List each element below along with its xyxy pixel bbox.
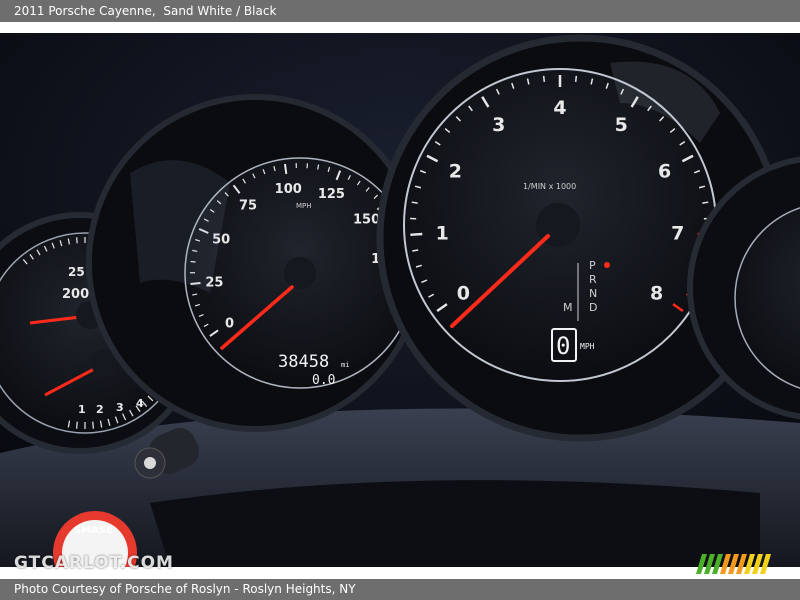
speedometer-tick: [283, 163, 288, 175]
tachometer-label: 4: [553, 97, 566, 119]
gear-n: N: [589, 287, 597, 300]
left-gauge-tick: [75, 237, 78, 244]
odometer-unit: mi: [341, 361, 349, 369]
gtcarlot-stripes-logo: [696, 554, 771, 574]
left-gauge-tick: [75, 421, 78, 429]
tachometer-unit: 1/MIN x 1000: [523, 182, 576, 191]
tachometer-tick: [411, 201, 418, 204]
tachometer-tick: [702, 201, 709, 204]
gear-r: R: [589, 273, 597, 286]
tachometer-tick: [410, 232, 423, 237]
left-gauge-label-200: 200: [62, 287, 89, 302]
gear-p: P: [589, 259, 596, 272]
tachometer-label: 8: [650, 283, 663, 305]
sticker-text: SMASE: [74, 525, 113, 536]
speedometer-label: 100: [275, 182, 302, 197]
tachometer-tick: [412, 249, 419, 252]
odometer-value: 38458: [278, 352, 329, 372]
trip-value: 0.0: [312, 373, 335, 388]
speedometer-label: 150: [353, 213, 380, 228]
header-bar: 2011 Porsche Cayenne, Sand White / Black: [0, 0, 800, 22]
speedometer-label: 125: [318, 187, 345, 202]
digital-speed-unit: MPH: [580, 342, 595, 351]
left-gauge-tick: [92, 421, 95, 429]
left-gauge-low-3: 3: [116, 401, 124, 414]
vehicle-title: 2011 Porsche Cayenne,: [14, 4, 156, 18]
tachometer-label: 5: [615, 114, 628, 136]
left-gauge-low-1: 1: [78, 403, 86, 416]
tachometer-label: 6: [658, 161, 671, 183]
speedometer-label: 75: [239, 198, 257, 213]
tachometer-label: 1: [436, 223, 449, 245]
vehicle-color: Sand White / Black: [163, 4, 277, 18]
left-gauge-low-2: 2: [96, 403, 104, 416]
gear-active-dot: [604, 262, 610, 268]
photo-credit: Photo Courtesy of Porsche of Roslyn - Ro…: [14, 582, 356, 596]
speedometer-label: 0: [225, 316, 234, 331]
speedometer-unit: MPH: [296, 202, 312, 210]
tachometer-label: 2: [449, 161, 462, 183]
instrument-cluster: 200 25 1 2 3 4 5 0255075100125150175 MPH…: [0, 33, 800, 567]
footer-bar: Photo Courtesy of Porsche of Roslyn - Ro…: [0, 579, 800, 600]
tachometer-tick: [542, 75, 546, 82]
digital-speed: 0: [556, 332, 570, 360]
left-gauge-low-4: 4: [136, 397, 144, 410]
gtcarlot-watermark: GTCARLOT.COM: [14, 553, 174, 573]
tachometer-label: 3: [492, 114, 505, 136]
left-gauge-label-25: 25: [68, 265, 85, 279]
tachometer-label: 7: [671, 223, 684, 245]
gear-m: M: [563, 301, 573, 314]
gear-d: D: [589, 301, 597, 314]
tachometer-tick: [574, 75, 578, 82]
speedometer-tick: [317, 164, 320, 170]
dashboard-photo: 200 25 1 2 3 4 5 0255075100125150175 MPH…: [0, 33, 800, 567]
tachometer-label: 0: [457, 283, 470, 305]
